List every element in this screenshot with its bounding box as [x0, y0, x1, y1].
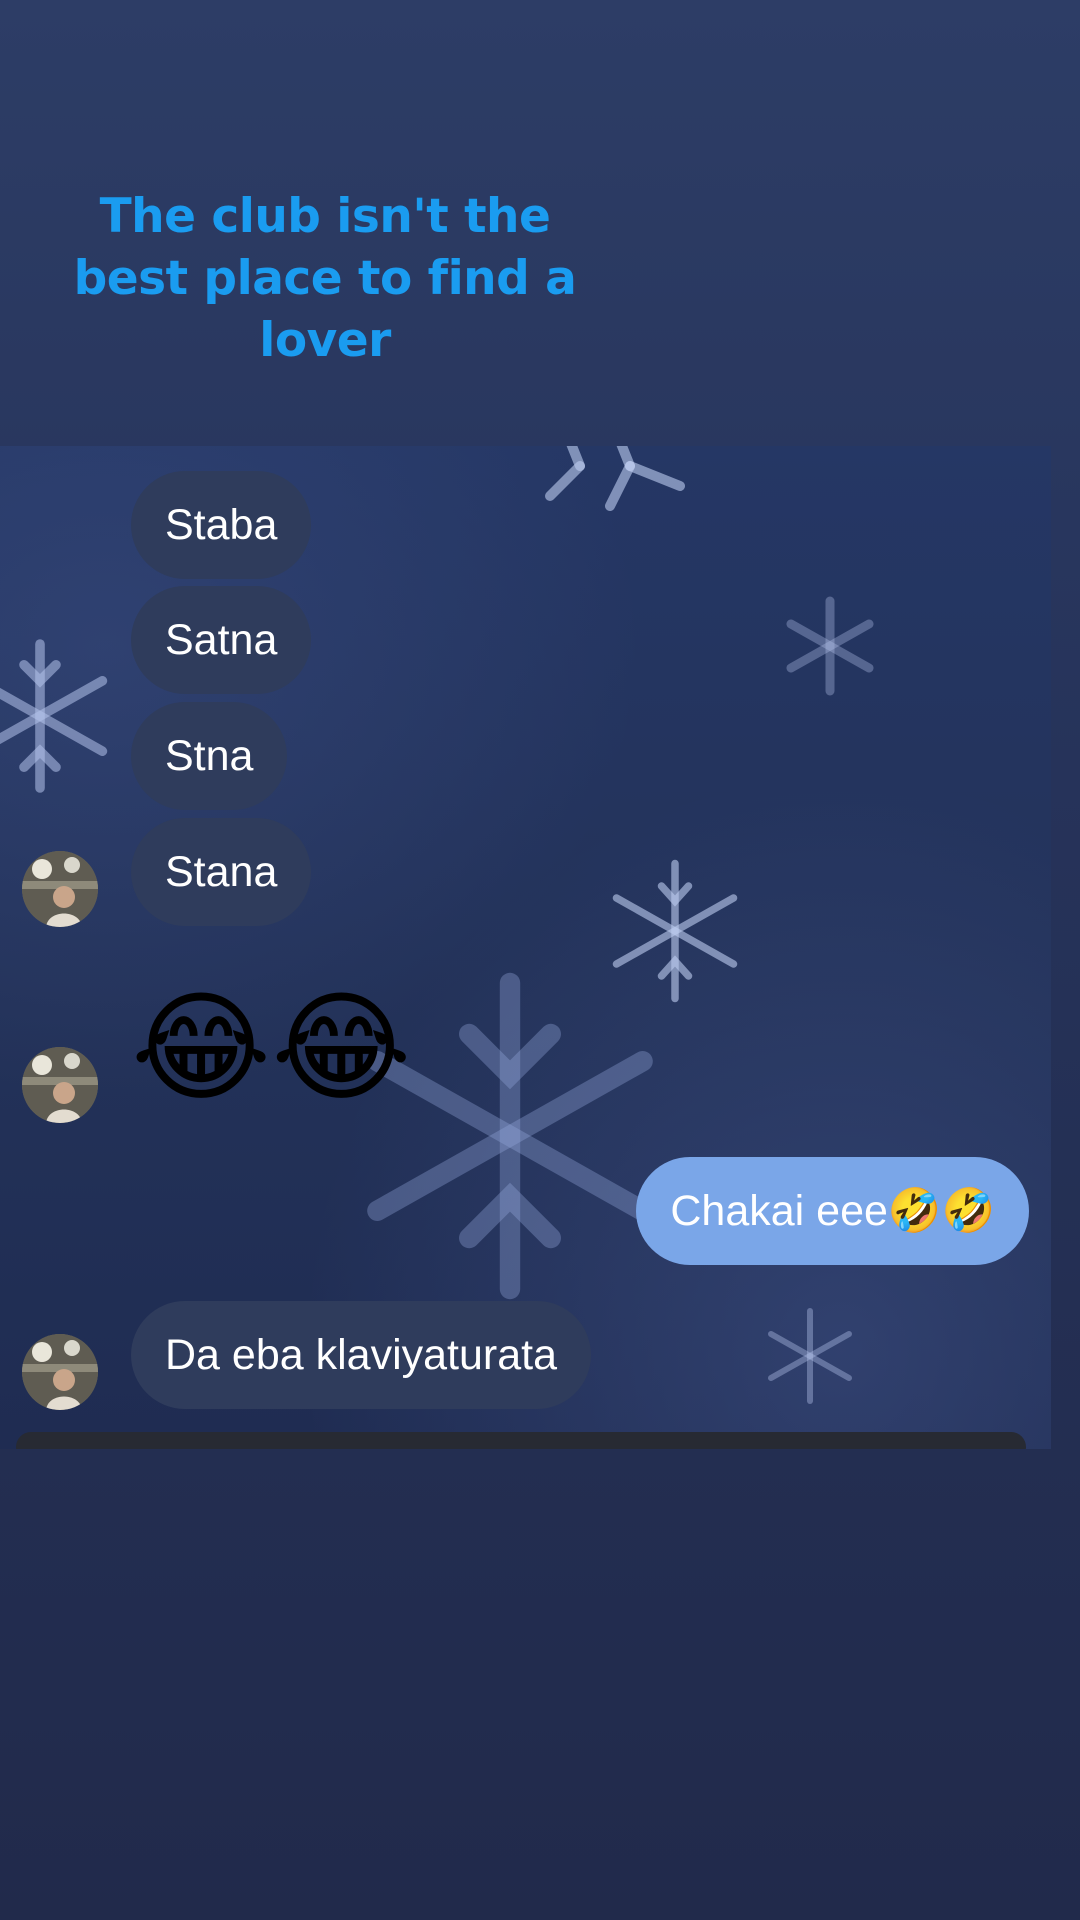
- snowflake-icon: [786, 596, 874, 696]
- avatar-photo-icon: [22, 1047, 98, 1123]
- snowflake-icon: [0, 639, 108, 793]
- story-caption: The club isn't the best place to find a …: [73, 189, 577, 368]
- message-bubble[interactable]: Staba: [131, 471, 312, 579]
- message-bubble[interactable]: Stana: [131, 818, 312, 926]
- message-bubble[interactable]: Chakai eee🤣🤣: [636, 1157, 1029, 1265]
- message-bubble[interactable]: Stna: [131, 702, 288, 810]
- emoji-message[interactable]: 😂😂: [131, 978, 411, 1118]
- snowflake-icon: [545, 446, 685, 511]
- avatar[interactable]: [22, 851, 98, 927]
- chat-screenshot: Staba Satna Stna Stana 😂😂 Chakai eee🤣🤣 D…: [0, 446, 1051, 1449]
- avatar-photo-icon: [22, 1334, 98, 1410]
- snowflake-icon: [768, 1308, 852, 1404]
- message-bubble[interactable]: Da eba klaviyaturata: [131, 1301, 591, 1409]
- avatar[interactable]: [22, 1334, 98, 1410]
- avatar[interactable]: [22, 1047, 98, 1123]
- message-composer[interactable]: [16, 1432, 1026, 1449]
- message-bubble[interactable]: Satna: [131, 586, 312, 694]
- avatar-photo-icon: [22, 851, 98, 927]
